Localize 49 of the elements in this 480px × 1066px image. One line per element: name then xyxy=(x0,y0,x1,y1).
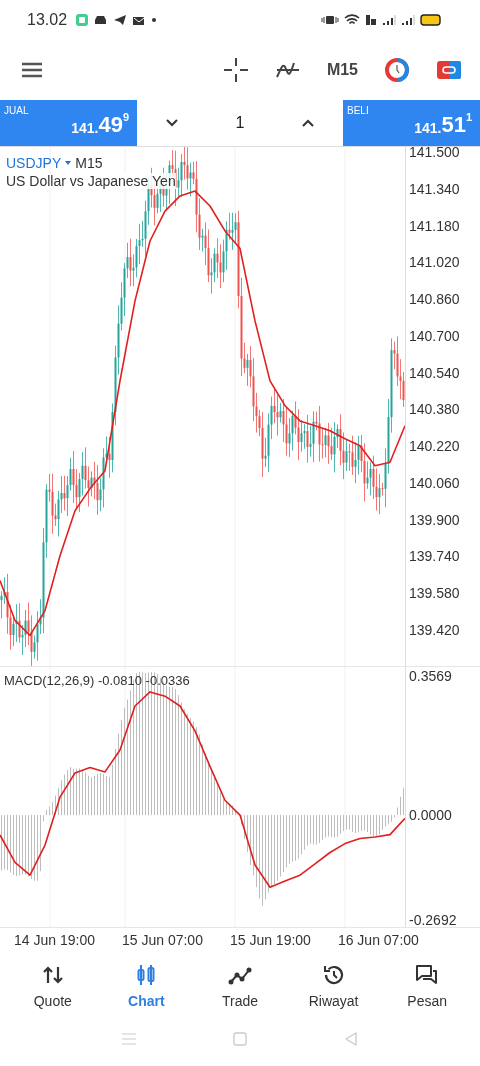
send-icon xyxy=(113,14,128,26)
battery-icon xyxy=(420,14,442,26)
indicator-axis-label: -0.2692 xyxy=(409,913,457,928)
timeframe-button[interactable]: M15 xyxy=(326,61,358,79)
dot-icon xyxy=(151,17,158,23)
volume-value[interactable]: 1 xyxy=(235,114,245,132)
nav-tab[interactable]: Chart xyxy=(106,963,187,1009)
time-axis-label: 15 Jun 19:00 xyxy=(229,932,311,948)
nav-tab[interactable]: Quote xyxy=(12,963,93,1009)
price-axis-label: 141.340 xyxy=(409,181,460,196)
symbol-name[interactable]: USDJPY xyxy=(6,155,62,171)
price-axis-label: 140.860 xyxy=(409,292,460,307)
nav-tab[interactable]: Trade xyxy=(200,963,280,1009)
price-axis-label: 140.700 xyxy=(409,328,460,343)
price-axis-label: 140.540 xyxy=(409,365,460,380)
time-axis-label: 14 Jun 19:00 xyxy=(14,932,95,948)
wifi-icon xyxy=(344,14,360,26)
crosshair-icon[interactable] xyxy=(222,57,249,83)
price-axis-label: 139.900 xyxy=(409,512,460,527)
app-icon xyxy=(75,13,90,27)
indicator-axis-label: 0.3569 xyxy=(409,669,452,683)
nav-tab[interactable]: Pesan xyxy=(387,963,468,1009)
indicator-label: MACD(12,26,9) -0.0810 -0.0336 xyxy=(4,673,190,688)
signal-icon xyxy=(401,14,415,26)
time-axis-label: 15 Jun 07:00 xyxy=(121,932,203,948)
price-axis-label: 140.060 xyxy=(409,475,460,490)
vibrate-icon xyxy=(321,14,339,26)
mail-icon xyxy=(132,14,147,26)
price-axis-label: 139.420 xyxy=(409,622,460,637)
time-axis-label: 16 Jun 07:00 xyxy=(337,932,419,948)
price-axis-label: 141.180 xyxy=(409,218,460,233)
signal-icon xyxy=(382,14,396,26)
price-axis-label: 140.220 xyxy=(409,439,460,454)
history-icon xyxy=(321,963,346,987)
price-axis-label: 141.500 xyxy=(409,145,460,160)
dropdown-icon[interactable] xyxy=(65,160,72,166)
chart-timeframe: M15 xyxy=(75,155,103,171)
clock-time: 13.02 xyxy=(27,11,68,29)
price-axis-label: 139.740 xyxy=(409,549,460,564)
price-label: BELI xyxy=(347,105,369,116)
indicator-axis-label: 0.0000 xyxy=(409,808,452,823)
symbol-description: US Dollar vs Japanese Yen xyxy=(6,173,176,189)
price-axis-label: 140.380 xyxy=(409,402,460,417)
chat-icon xyxy=(415,963,440,987)
nav-tab[interactable]: Riwayat xyxy=(293,963,374,1009)
price-label: JUAL xyxy=(4,105,29,116)
price-axis-label: 139.580 xyxy=(409,586,460,601)
clock-icon[interactable] xyxy=(384,57,410,83)
price-axis-label: 141.020 xyxy=(409,255,460,270)
